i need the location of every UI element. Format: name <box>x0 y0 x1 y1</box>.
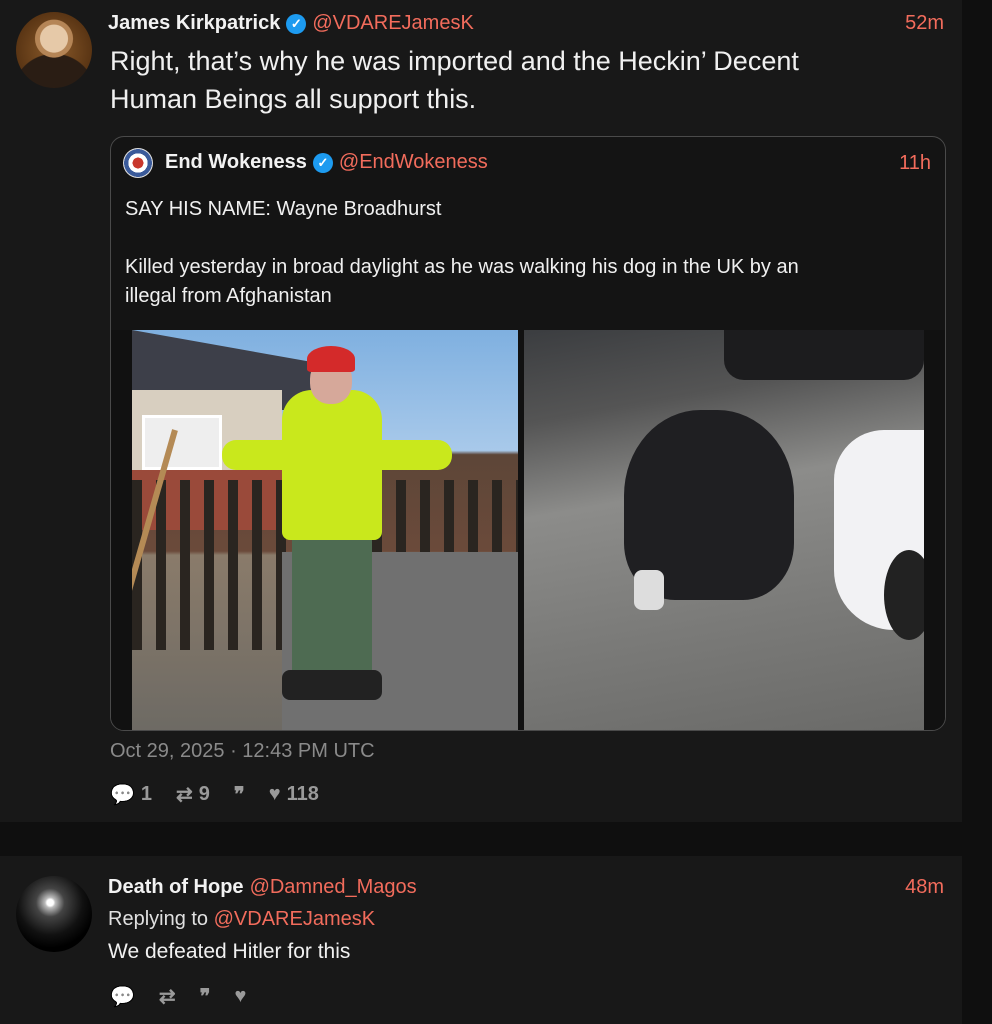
quote-text: SAY HIS NAME: Wayne Broadhurst Killed ye… <box>125 198 799 307</box>
quote-avatar[interactable] <box>123 148 153 178</box>
tweet-text: Right, that’s why he was imported and th… <box>110 42 910 118</box>
quote-icon: ❞ <box>233 784 245 806</box>
retweet-button[interactable]: ⇄ 9 <box>176 782 210 807</box>
retweet-button[interactable]: ⇄ <box>159 984 176 1009</box>
verified-icon: ✓ <box>286 13 307 34</box>
reply-button[interactable]: 💬 1 <box>110 782 152 807</box>
quote-author-handle[interactable]: @EndWokeness <box>339 151 488 174</box>
reply-tweet[interactable]: Death of Hope @Damned_Magos 48m Replying… <box>0 856 962 1024</box>
main-tweet[interactable]: James Kirkpatrick ✓ @VDAREJamesK 52m Rig… <box>0 0 962 822</box>
quote-icon: ❞ <box>199 986 211 1008</box>
retweet-count: 9 <box>198 783 210 805</box>
tweet-actions: 💬 ⇄ ❞ ♥ <box>110 984 246 1009</box>
replying-to: Replying to @VDAREJamesK <box>108 908 375 931</box>
hi-vis-jacket <box>282 390 382 540</box>
boots <box>282 670 382 700</box>
reply-icon: 💬 <box>110 784 135 806</box>
red-beanie <box>307 346 355 372</box>
like-button[interactable]: ♥ <box>234 985 246 1008</box>
quoted-tweet[interactable]: End Wokeness ✓ @EndWokeness 11h SAY HIS … <box>110 136 946 731</box>
timeline: James Kirkpatrick ✓ @VDAREJamesK 52m Rig… <box>0 0 992 1024</box>
reply-icon: 💬 <box>110 986 135 1008</box>
sneaker <box>634 570 664 610</box>
retweet-icon: ⇄ <box>176 784 193 806</box>
replying-prefix: Replying to <box>108 908 209 930</box>
photo-worker[interactable] <box>132 330 518 730</box>
media-gallery <box>111 330 945 730</box>
avatar[interactable] <box>16 12 92 88</box>
author-name[interactable]: Death of Hope <box>108 876 244 899</box>
tweet-time[interactable]: 48m <box>905 876 944 899</box>
tweet-text-line: Human Beings all support this. <box>110 84 477 114</box>
quote-button[interactable]: ❞ <box>200 984 211 1009</box>
author-handle[interactable]: @VDAREJamesK <box>312 12 473 35</box>
photo-street[interactable] <box>524 330 924 730</box>
heart-icon: ♥ <box>234 985 247 1007</box>
tweet-header: Death of Hope @Damned_Magos <box>108 876 417 899</box>
tweet-time[interactable]: 52m <box>905 12 944 35</box>
reply-button[interactable]: 💬 <box>110 984 135 1009</box>
man-legs <box>292 538 372 678</box>
replying-handle[interactable]: @VDAREJamesK <box>214 908 375 930</box>
verified-icon: ✓ <box>312 152 333 173</box>
reply-count: 1 <box>140 783 153 805</box>
tweet-date[interactable]: Oct 29, 2025 · 12:43 PM UTC <box>110 740 375 763</box>
quote-time[interactable]: 11h <box>899 152 931 175</box>
tweet-actions: 💬 1 ⇄ 9 ❞ ♥ 118 <box>110 782 319 807</box>
like-button[interactable]: ♥ 118 <box>269 783 319 806</box>
heart-icon: ♥ <box>268 783 281 805</box>
window <box>142 415 222 470</box>
quote-header: End Wokeness ✓ @EndWokeness <box>165 151 488 174</box>
tweet-header: James Kirkpatrick ✓ @VDAREJamesK <box>108 12 474 35</box>
like-count: 118 <box>286 783 319 805</box>
retweet-icon: ⇄ <box>158 986 176 1008</box>
quote-author-name[interactable]: End Wokeness <box>165 151 307 174</box>
dark-car <box>724 330 924 380</box>
tweet-text-line: Right, that’s why he was imported and th… <box>110 46 799 76</box>
quote-button[interactable]: ❞ <box>234 782 245 807</box>
tweet-text: We defeated Hitler for this <box>108 940 351 963</box>
author-handle[interactable]: @Damned_Magos <box>250 876 417 899</box>
author-name[interactable]: James Kirkpatrick <box>108 12 280 35</box>
avatar[interactable] <box>16 876 92 952</box>
